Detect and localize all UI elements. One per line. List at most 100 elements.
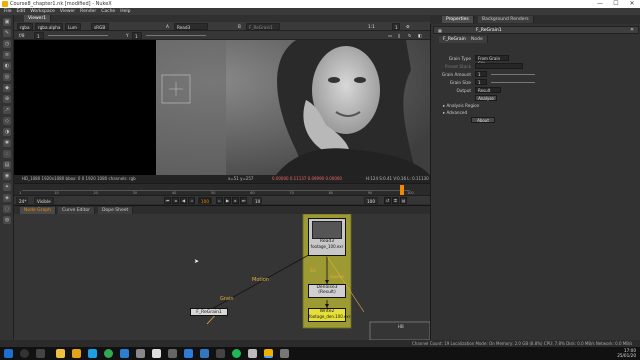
close-button[interactable]: ✕ xyxy=(624,0,640,8)
tab-background-renders[interactable]: Background Renders xyxy=(478,16,534,23)
refresh-icon[interactable]: ↻ xyxy=(406,32,414,39)
clock[interactable]: 17:00 25/01/20 xyxy=(596,348,636,358)
node-name-field[interactable]: F_ReGrain1 xyxy=(476,27,502,34)
start-icon[interactable] xyxy=(4,349,13,358)
timeline-playhead[interactable] xyxy=(400,185,404,195)
metadata-tools-icon[interactable]: ✱ xyxy=(3,139,11,147)
grain-type-select[interactable]: From Grain Clip xyxy=(475,55,509,66)
timeline-track[interactable] xyxy=(22,190,410,191)
play-backward-icon[interactable]: ◀ xyxy=(180,197,187,204)
app-icon-10[interactable] xyxy=(200,349,209,358)
roi-icon[interactable]: ▭ xyxy=(386,32,394,39)
app-icon-7[interactable] xyxy=(152,349,161,358)
task-view-icon[interactable] xyxy=(36,349,45,358)
next-key-icon[interactable]: ▸ xyxy=(232,197,239,204)
grain-amount-field[interactable]: 1 xyxy=(475,71,487,77)
store-icon[interactable] xyxy=(72,349,81,358)
app-icon-9[interactable] xyxy=(184,349,193,358)
keyer-tools-icon[interactable]: ◆ xyxy=(3,84,11,92)
lock-icon[interactable]: ⚿ xyxy=(392,197,399,204)
menu-render[interactable]: Render xyxy=(80,8,96,15)
input-a-select[interactable]: Read3 xyxy=(174,23,208,30)
file-explorer-icon[interactable] xyxy=(56,349,65,358)
prev-key-icon[interactable]: ◂ xyxy=(172,197,179,204)
last-frame-icon[interactable]: ⏭ xyxy=(240,197,247,204)
current-frame-field[interactable]: 100 xyxy=(198,197,212,204)
analysis-region-group[interactable]: ▸ Analysis Region xyxy=(443,103,479,108)
tab-viewer1[interactable]: Viewer1 xyxy=(24,15,52,22)
play-forward-icon[interactable]: ▶ xyxy=(224,197,231,204)
other-tools-icon[interactable]: ◉ xyxy=(3,172,11,180)
grain-amount-slider[interactable] xyxy=(491,74,535,75)
gamma-slider[interactable] xyxy=(146,35,206,36)
denoise-node[interactable]: Denoise3 (Result) xyxy=(308,284,346,298)
plugin-tools-icon[interactable]: ◌ xyxy=(3,205,11,213)
node-graph-canvas[interactable]: Read3 footage_100.exr Denoise3 (Result) … xyxy=(14,214,430,340)
analyse-button[interactable]: Analyse xyxy=(475,95,497,101)
menu-viewer[interactable]: Viewer xyxy=(60,8,75,15)
tab-curve-editor[interactable]: Curve Editor xyxy=(58,207,96,214)
range-mode-select[interactable]: Visible xyxy=(34,197,54,204)
toolsets-icon[interactable]: ▤ xyxy=(3,161,11,169)
lut-select[interactable]: sRGB xyxy=(91,23,109,30)
gamma-field[interactable]: 1 xyxy=(132,32,142,39)
app-icon-11[interactable] xyxy=(216,349,225,358)
filter-tools-icon[interactable]: ◎ xyxy=(3,73,11,81)
menu-file[interactable]: File xyxy=(4,8,12,15)
app-icon-8[interactable] xyxy=(168,349,177,358)
alpha-select[interactable]: rgba.alpha xyxy=(35,23,63,30)
channels-select[interactable]: rgba xyxy=(17,23,33,30)
timeline[interactable]: 1 10 20 30 40 50 60 70 80 90 100 xyxy=(14,183,430,195)
channel-tools-icon[interactable]: ≡ xyxy=(3,51,11,59)
tab-dope-sheet[interactable]: Dope Sheet xyxy=(98,207,134,214)
output-select[interactable]: Result xyxy=(475,87,501,93)
gain-field[interactable]: 1 xyxy=(34,32,44,39)
node-color-icon[interactable]: ■ xyxy=(438,27,442,34)
particles-tools-icon[interactable]: ∴ xyxy=(3,150,11,158)
write-node[interactable]: Write2 footage_den.100.exr xyxy=(308,308,350,322)
draw-tools-icon[interactable]: ✎ xyxy=(3,29,11,37)
preset-stock-select[interactable] xyxy=(475,63,523,69)
first-frame-icon[interactable]: ⏮ xyxy=(164,197,171,204)
tab-node-graph[interactable]: Node Graph xyxy=(20,207,56,214)
step-forward-icon[interactable]: ▹ xyxy=(216,197,223,204)
chrome-icon[interactable] xyxy=(104,349,113,358)
menu-cache[interactable]: Cache xyxy=(101,8,115,15)
tab-properties[interactable]: Properties xyxy=(442,16,474,23)
menu-edit[interactable]: Edit xyxy=(17,8,26,15)
app-icon-15[interactable] xyxy=(280,349,289,358)
caravr-tools-icon[interactable]: ◍ xyxy=(3,216,11,224)
menu-workspace[interactable]: Workspace xyxy=(30,8,55,15)
menu-help[interactable]: Help xyxy=(120,8,130,15)
panel-close-icon[interactable]: ✕ xyxy=(630,27,634,34)
frame-step-field[interactable]: 10 xyxy=(252,197,262,204)
search-icon[interactable] xyxy=(20,349,29,358)
minimize-button[interactable]: — xyxy=(592,0,608,8)
app-icon-13[interactable] xyxy=(248,349,257,358)
maximize-button[interactable]: ☐ xyxy=(608,0,624,8)
merge-tools-icon[interactable]: ⊕ xyxy=(3,95,11,103)
about-button[interactable]: About xyxy=(471,117,495,123)
time-tools-icon[interactable]: ◷ xyxy=(3,40,11,48)
ofx-tools-icon[interactable]: ◈ xyxy=(3,194,11,202)
colorspace-select[interactable]: Lum xyxy=(65,23,81,30)
edge-icon[interactable] xyxy=(120,349,129,358)
image-tools-icon[interactable]: ▣ xyxy=(3,18,11,26)
cache-icon[interactable]: ▤ xyxy=(400,197,407,204)
mail-icon[interactable] xyxy=(88,349,97,358)
fps-field[interactable]: 24* xyxy=(16,197,28,204)
tab-node[interactable]: Node xyxy=(467,36,488,43)
color-tools-icon[interactable]: ◐ xyxy=(3,62,11,70)
proxy-toggle[interactable]: 1 xyxy=(392,23,400,30)
regrain-node[interactable]: F_ReGrain1 xyxy=(190,308,228,316)
furnace-tools-icon[interactable]: ✦ xyxy=(3,183,11,191)
grain-size-slider[interactable] xyxy=(491,82,535,83)
transform-tools-icon[interactable]: ↗ xyxy=(3,106,11,114)
wipe-icon[interactable]: ◧ xyxy=(416,32,424,39)
3d-tools-icon[interactable]: ◇ xyxy=(3,117,11,125)
read-node[interactable]: Read3 footage_100.exr xyxy=(308,218,346,256)
advanced-group[interactable]: ▸ Advanced xyxy=(443,110,467,115)
grain-size-field[interactable]: 1 xyxy=(475,79,487,85)
step-back-icon[interactable]: ◃ xyxy=(188,197,195,204)
viewer-settings-icon[interactable]: ⚙ xyxy=(404,23,412,30)
